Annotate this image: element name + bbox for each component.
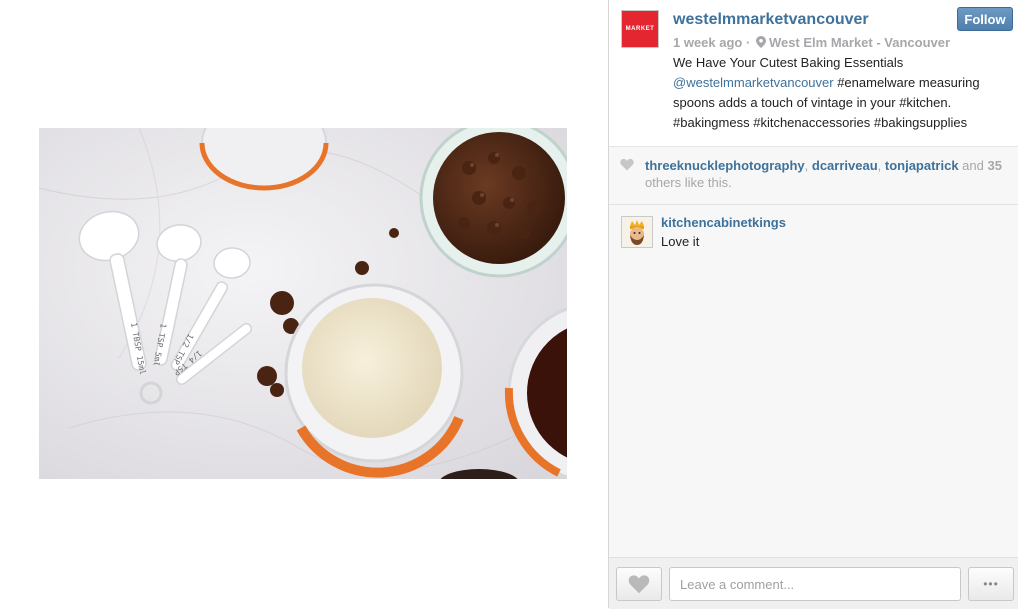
likes-others-text: others like this.: [645, 175, 732, 190]
meta-separator: ·: [742, 35, 754, 50]
post-location[interactable]: West Elm Market - Vancouver: [769, 35, 950, 50]
like-button[interactable]: [616, 567, 662, 601]
likes-separator: ,: [804, 158, 812, 173]
likes-others-count[interactable]: 35: [987, 158, 1001, 173]
avatar-logo-text: MARKET: [625, 26, 655, 32]
likes-and: and: [958, 158, 988, 173]
post-meta: 1 week ago · West Elm Market - Vancouver: [673, 35, 950, 50]
comment-composer: •••: [609, 557, 1018, 609]
liker-username[interactable]: tonjapatrick: [885, 158, 959, 173]
commenter-avatar[interactable]: [621, 216, 653, 248]
more-dots-icon: •••: [983, 577, 999, 591]
comment-text: Love it: [661, 234, 700, 249]
post-header: MARKET westelmmarketvancouver Follow 1 w…: [609, 0, 1018, 147]
comment-input[interactable]: [669, 567, 961, 601]
commenter-username[interactable]: kitchencabinetkings: [661, 215, 786, 230]
follow-button[interactable]: Follow: [957, 7, 1013, 31]
caption-line-1: We Have Your Cutest Baking Essentials: [673, 55, 904, 70]
likes-section: threeknucklephotography, dcarriveau, ton…: [609, 147, 1018, 205]
post-photo[interactable]: 1 TBSP 15ml 1 TSP 5ml 1/2 TSP 1/4 TSP: [39, 128, 567, 479]
location-pin-icon: [755, 36, 766, 48]
king-avatar-icon: [622, 217, 652, 247]
liker-username[interactable]: dcarriveau: [812, 158, 878, 173]
caption-mention[interactable]: @westelmmarketvancouver: [673, 75, 834, 90]
heart-icon: [620, 158, 634, 171]
comments-list: kitchencabinetkings Love it: [609, 205, 1018, 557]
likes-text: threeknucklephotography, dcarriveau, ton…: [645, 157, 1005, 191]
heart-icon: [628, 575, 650, 594]
post-time[interactable]: 1 week ago: [673, 35, 742, 50]
post-caption: We Have Your Cutest Baking Essentials @w…: [673, 53, 1008, 133]
post-sidebar: MARKET westelmmarketvancouver Follow 1 w…: [609, 0, 1018, 609]
likes-separator: ,: [877, 158, 885, 173]
liker-username[interactable]: threeknucklephotography: [645, 158, 805, 173]
photo-pane: 1 TBSP 15ml 1 TSP 5ml 1/2 TSP 1/4 TSP: [0, 0, 608, 608]
author-username[interactable]: westelmmarketvancouver: [673, 11, 869, 29]
author-avatar[interactable]: MARKET: [621, 10, 659, 48]
more-options-button[interactable]: •••: [968, 567, 1014, 601]
photo-baking-essentials-icon: 1 TBSP 15ml 1 TSP 5ml 1/2 TSP 1/4 TSP: [39, 128, 567, 479]
